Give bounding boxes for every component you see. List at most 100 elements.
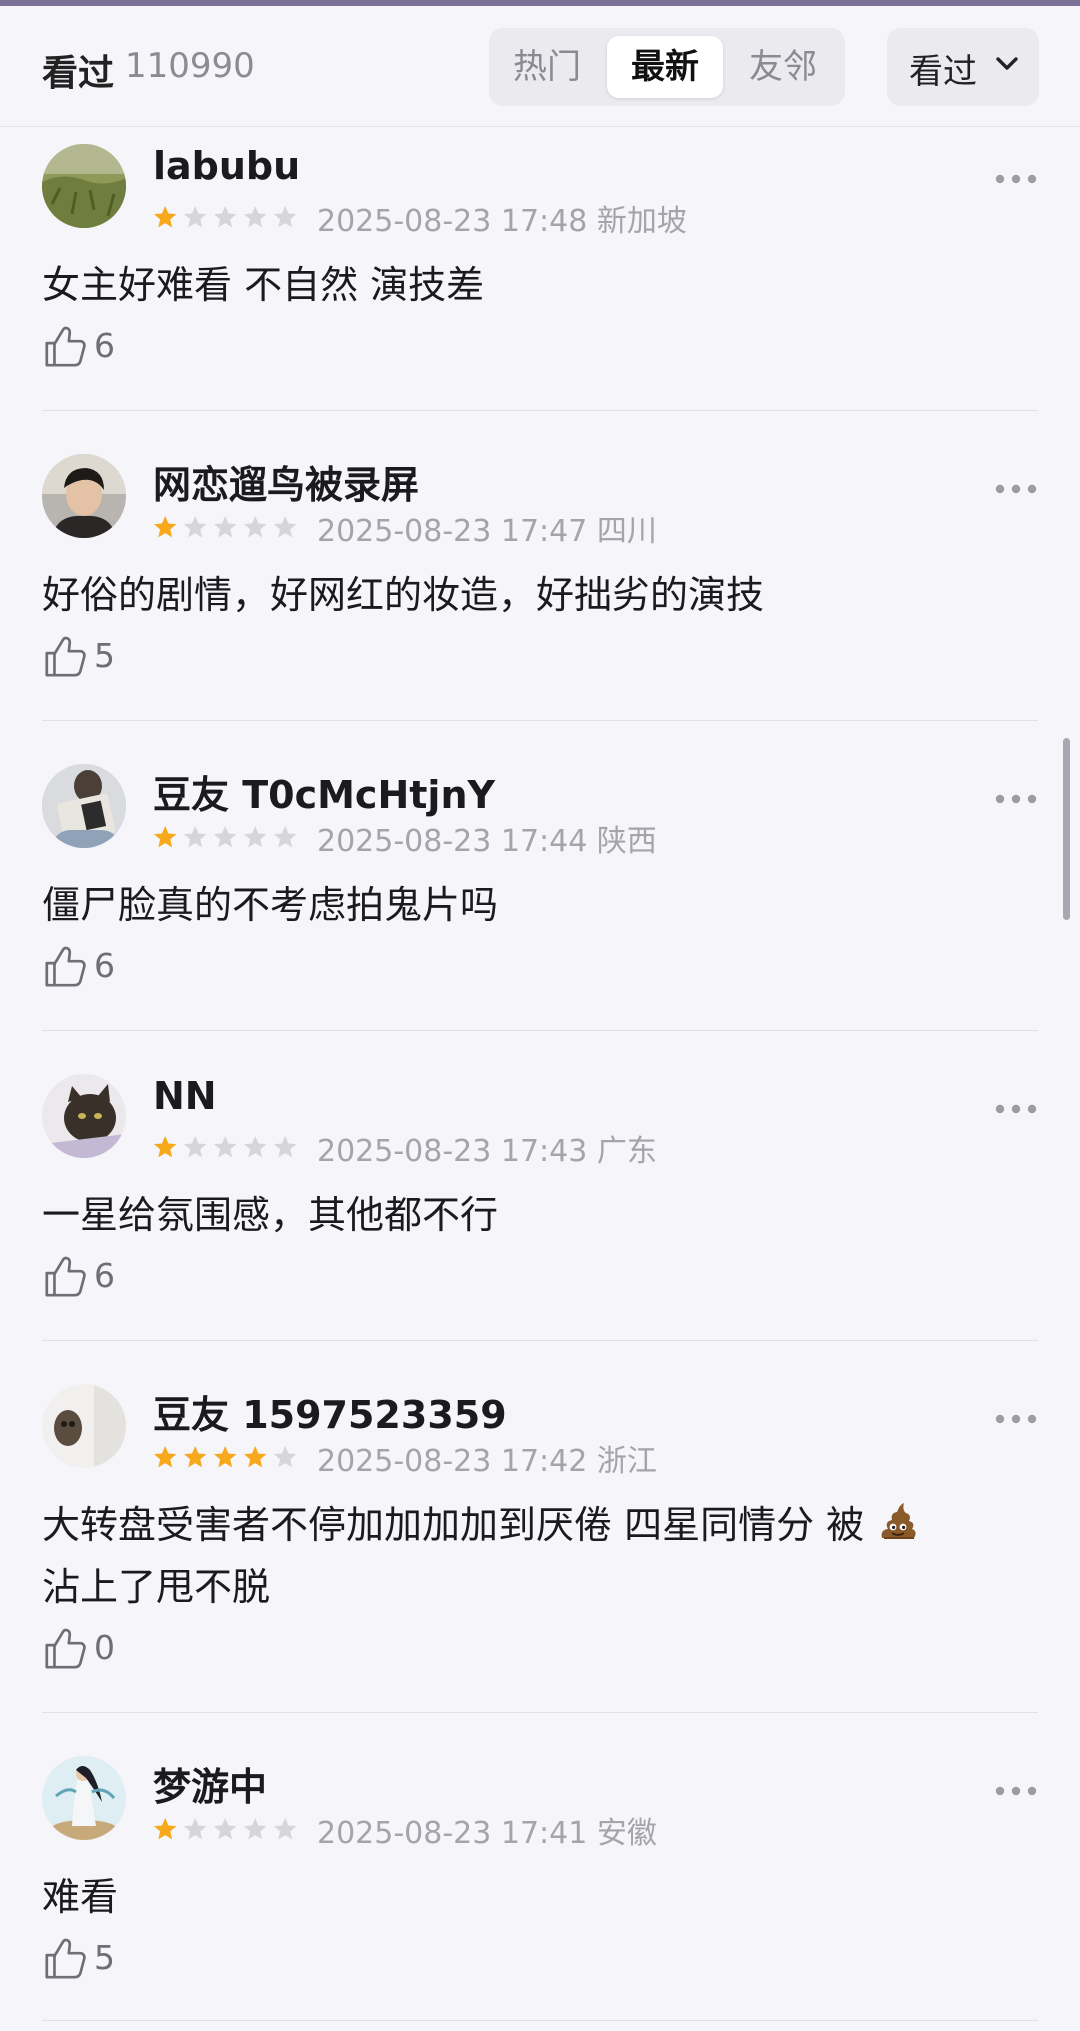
review-location: 安徽 [596,1816,657,1851]
star-empty-icon [243,1817,267,1840]
thumbs-up-icon[interactable] [42,1625,88,1671]
rating-stars [152,512,304,546]
avatar[interactable] [42,144,126,228]
star-empty-icon [183,1817,207,1840]
divider [42,1712,1038,1713]
thumbs-up-icon[interactable] [42,323,88,369]
tab-hot[interactable]: 热门 [499,36,595,98]
review-username[interactable]: NN [153,1074,217,1118]
review-location: 陕西 [596,824,657,859]
star-empty-icon [183,205,207,228]
like-count: 6 [94,1256,115,1295]
review-text: 女主好难看 不自然 演技差 [42,263,485,307]
review-text: 难看 [42,1875,119,1919]
like-count: 0 [94,1628,115,1667]
review-content: 大转盘受害者不停加加加加到厌倦 四星同情分 被 沾上了甩不脱 [42,1494,1032,1618]
review-time: 2025-08-23 17:44 [317,824,588,859]
avatar[interactable] [42,764,126,848]
review-location: 新加坡 [596,204,687,239]
review-username[interactable]: 梦游中 [153,1756,267,1811]
star-empty-icon [183,1135,207,1158]
avatar[interactable] [42,1384,126,1468]
divider [42,1030,1038,1031]
star-empty-icon [243,205,267,228]
review-username[interactable]: 网恋遛鸟被录屏 [153,454,419,509]
review-time: 2025-08-23 17:42 [317,1444,588,1479]
star-empty-icon [213,1135,237,1158]
star-filled-icon [153,205,177,228]
star-filled-icon [153,1135,177,1158]
star-filled-icon [153,515,177,538]
star-empty-icon [213,205,237,228]
review-content: 僵尸脸真的不考虑拍鬼片吗 [42,874,1032,936]
star-empty-icon [243,515,267,538]
review-time: 2025-08-23 17:43 [317,1134,588,1169]
tab-latest[interactable]: 最新 [607,36,723,98]
like-count: 6 [94,946,115,985]
like-count: 5 [94,1938,115,1977]
like-count: 5 [94,636,115,675]
thumbs-up-icon[interactable] [42,1935,88,1981]
review-meta: 2025-08-23 17:42 浙江 [317,1436,657,1480]
review-location: 浙江 [596,1444,657,1479]
status-filter-dropdown[interactable]: 看过 [887,28,1039,106]
more-options-icon[interactable] [995,1414,1037,1424]
rating-stars [152,1132,304,1166]
star-empty-icon [183,825,207,848]
star-empty-icon [213,515,237,538]
more-options-icon[interactable] [995,794,1037,804]
review-content: 难看 [42,1866,1032,1928]
thumbs-up-icon[interactable] [42,1253,88,1299]
review-time: 2025-08-23 17:48 [317,204,588,239]
rating-stars [152,202,304,236]
review-username[interactable]: 豆友 T0cMcHtjnY [153,764,495,819]
star-empty-icon [273,1817,297,1840]
filter-label: 看过 [909,52,977,92]
review-location: 广东 [596,1134,657,1169]
star-empty-icon [183,515,207,538]
more-options-icon[interactable] [995,484,1037,494]
review-username[interactable]: 豆友 1597523359 [153,1384,507,1439]
review-location: 四川 [596,514,657,549]
divider [42,720,1038,721]
divider [42,2020,1038,2021]
star-filled-icon [183,1445,207,1468]
watched-count: 110990 [125,46,255,86]
more-options-icon[interactable] [995,174,1037,184]
review-text: 一星给氛围感，其他都不行 [42,1193,499,1237]
sort-segmented-control: 热门 最新 友邻 [489,28,845,106]
star-filled-icon [243,1445,267,1468]
review-time: 2025-08-23 17:47 [317,514,588,549]
review-content: 好俗的剧情，好网红的妆造，好拙劣的演技 [42,564,1032,626]
chevron-down-icon [996,57,1018,70]
review-username[interactable]: labubu [153,144,300,188]
avatar[interactable] [42,454,126,538]
review-meta: 2025-08-23 17:48 新加坡 [317,196,687,240]
review-text-line2: 沾上了甩不脱 [42,1565,271,1609]
star-empty-icon [243,1135,267,1158]
review-meta: 2025-08-23 17:41 安徽 [317,1808,657,1852]
avatar[interactable] [42,1074,126,1158]
star-empty-icon [213,825,237,848]
rating-stars [152,1814,304,1848]
star-empty-icon [273,1135,297,1158]
more-options-icon[interactable] [995,1104,1037,1114]
star-filled-icon [213,1445,237,1468]
list-header: 看过 110990 热门 最新 友邻 看过 [0,6,1080,127]
rating-stars [152,1442,304,1476]
thumbs-up-icon[interactable] [42,633,88,679]
avatar[interactable] [42,1756,126,1840]
star-empty-icon [243,825,267,848]
divider [42,1340,1038,1341]
like-count: 6 [94,326,115,365]
tab-friends[interactable]: 友邻 [735,36,831,98]
scrollbar-thumb[interactable] [1063,738,1070,920]
review-text: 好俗的剧情，好网红的妆造，好拙劣的演技 [42,573,765,617]
review-text: 大转盘受害者不停加加加加到厌倦 四星同情分 被 [42,1503,865,1547]
star-empty-icon [273,515,297,538]
star-empty-icon [273,205,297,228]
review-meta: 2025-08-23 17:47 四川 [317,506,657,550]
star-filled-icon [153,1445,177,1468]
more-options-icon[interactable] [995,1786,1037,1796]
thumbs-up-icon[interactable] [42,943,88,989]
